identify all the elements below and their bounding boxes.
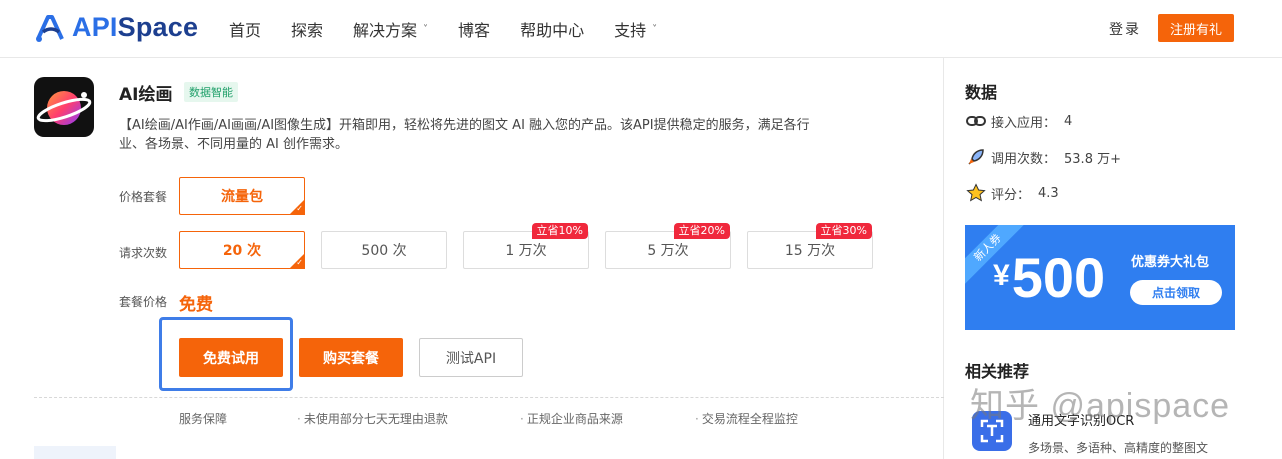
request-option-50k[interactable]: 5 万次 立省20%	[605, 223, 731, 269]
check-icon: ✓	[296, 204, 303, 213]
request-option-20[interactable]: 20 次 ✓	[179, 231, 305, 269]
nav-blog[interactable]: 博客	[458, 17, 490, 41]
claim-coupon-button[interactable]: 点击领取	[1130, 280, 1222, 305]
logo-wordmark: APISpace	[72, 12, 199, 42]
request-option-150k[interactable]: 15 万次 立省30%	[747, 223, 873, 269]
discount-badge: 立省20%	[673, 223, 730, 239]
chevron-down-icon: ˅	[423, 23, 429, 35]
request-option-10k[interactable]: 1 万次 立省10%	[463, 223, 589, 269]
apispace-logo[interactable]: APISpace	[34, 12, 198, 43]
price-value: 免费	[179, 295, 213, 315]
package-option-traffic[interactable]: 流量包 ✓	[179, 177, 305, 215]
coupon-caption: 优惠券大礼包	[1131, 255, 1210, 270]
product-main: AI绘画 数据智能 【AI绘画/AI作画/AI画画/AI图像生成】开箱即用，轻松…	[0, 58, 944, 459]
buy-package-button[interactable]: 购买套餐	[299, 338, 403, 377]
requests-label: 请求次数	[119, 246, 168, 260]
nav-explore[interactable]: 探索	[291, 17, 323, 41]
data-section-title: 数据	[965, 83, 998, 102]
guarantee-item: · 未使用部分七天无理由退款	[297, 412, 448, 426]
product-title: AI绘画	[119, 85, 173, 105]
login-link[interactable]: 登录	[1109, 19, 1141, 39]
related-item-desc: 多场景、多语种、高精度的整图文	[1028, 441, 1209, 455]
coupon-amount: ¥500	[993, 246, 1106, 309]
test-api-button[interactable]: 测试API	[419, 338, 523, 377]
category-badge[interactable]: 数据智能	[184, 82, 238, 102]
package-label: 价格套餐	[119, 190, 168, 204]
main-nav: 首页 探索 解决方案 ˅ 博客 帮助中心 支持 ˅	[229, 0, 687, 58]
chevron-down-icon: ˅	[652, 23, 658, 35]
register-button[interactable]: 注册有礼	[1158, 14, 1234, 42]
discount-badge: 立省10%	[531, 223, 588, 239]
rocket-icon	[965, 147, 987, 167]
link-icon	[965, 111, 987, 131]
nav-home[interactable]: 首页	[229, 17, 261, 41]
nav-help-center[interactable]: 帮助中心	[520, 17, 584, 41]
stat-apps: 接入应用： 4	[965, 111, 1072, 131]
stat-calls: 调用次数： 53.8 万+	[965, 147, 1121, 167]
product-planet-icon	[34, 77, 94, 137]
request-option-500[interactable]: 500 次	[321, 231, 447, 269]
guarantee-item: · 正规企业商品来源	[520, 412, 623, 426]
discount-badge: 立省30%	[815, 223, 872, 239]
guarantee-title: 服务保障	[179, 412, 228, 426]
nav-solutions[interactable]: 解决方案 ˅	[353, 17, 428, 41]
top-header: APISpace 首页 探索 解决方案 ˅ 博客 帮助中心 支持 ˅ 登录 注册有礼	[0, 0, 1282, 58]
product-description: 【AI绘画/AI作画/AI画画/AI图像生成】开箱即用，轻松将先进的图文 AI …	[119, 118, 810, 152]
star-icon	[965, 183, 987, 203]
price-label: 套餐价格	[119, 295, 168, 309]
watermark: 知乎 @apispace	[970, 387, 1231, 425]
check-icon: ✓	[296, 258, 303, 267]
free-trial-button[interactable]: 免费试用	[179, 338, 283, 377]
stat-rating: 评分： 4.3	[965, 183, 1059, 203]
guarantee-item: · 交易流程全程监控	[695, 412, 798, 426]
nav-support[interactable]: 支持 ˅	[614, 17, 657, 41]
divider	[34, 397, 944, 398]
logo-icon	[36, 14, 64, 42]
tab-strip	[34, 446, 116, 459]
coupon-banner[interactable]: 新人券 ¥500 优惠券大礼包 点击领取	[965, 225, 1235, 330]
